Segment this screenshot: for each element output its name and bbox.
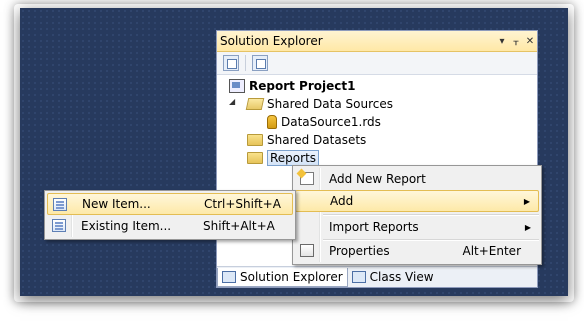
menu-item-label: Add New Report [329,172,426,186]
tree-item-label: Reports [267,150,320,166]
collapse-arrow-icon[interactable]: ◢ [229,97,235,106]
folder-icon [247,134,263,146]
panel-toolbar [217,52,537,75]
class-view-icon [351,271,366,283]
panel-bottom-tabs: Solution Explorer Class View [217,266,537,287]
menu-item-label: New Item... [82,197,151,211]
menu-item-import-reports[interactable]: Import Reports ▶ [295,216,539,238]
tree-item-label: Shared Datasets [267,133,367,147]
add-submenu: New Item... Ctrl+Shift+A Existing Item..… [44,190,296,240]
show-all-files-icon[interactable] [252,55,268,71]
panel-title: Solution Explorer [220,34,323,48]
menu-item-shortcut: Ctrl+Shift+A [204,197,281,211]
existing-item-icon [52,219,66,232]
properties-toolbar-icon[interactable] [223,55,239,71]
menu-item-new-item[interactable]: New Item... Ctrl+Shift+A [47,193,293,215]
solution-explorer-icon [222,270,236,283]
open-folder-icon [245,98,265,110]
submenu-arrow-icon: ▶ [523,196,530,206]
tree-item-label: Report Project1 [249,79,356,93]
tree-item-label: DataSource1.rds [281,115,381,129]
menu-item-label: Add [330,194,354,208]
menu-item-add[interactable]: Add ▶ [295,190,539,212]
dropdown-icon[interactable]: ▾ [495,36,509,47]
tab-class-view[interactable]: Class View [348,268,438,286]
folder-icon [247,152,263,164]
menu-item-add-new-report[interactable]: Add New Report [295,168,539,190]
pin-icon[interactable]: ᚁ [509,36,523,47]
properties-icon [300,244,314,257]
toolbar-divider [245,55,246,71]
menu-item-label: Properties [329,244,390,258]
add-report-icon [300,172,314,185]
menu-item-shortcut: Alt+Enter [462,244,521,258]
tree-item-shared-data-sources[interactable]: Shared Data Sources [245,95,393,113]
menu-item-shortcut: Shift+Alt+A [203,219,275,233]
context-menu: Add New Report Add ▶ Import Reports ▶ Pr… [292,165,542,265]
project-icon [229,79,245,93]
tree-item-project[interactable]: Report Project1 [229,77,355,95]
menu-item-label: Import Reports [329,220,419,234]
tab-label: Solution Explorer [240,269,343,284]
datasource-icon [267,115,277,129]
tab-label: Class View [369,270,434,284]
new-item-icon [53,198,67,211]
tab-solution-explorer[interactable]: Solution Explorer [217,267,348,287]
submenu-arrow-icon: ▶ [524,222,531,232]
panel-titlebar: Solution Explorer ▾ ᚁ ✕ [217,31,537,52]
tree-item-datasource[interactable]: DataSource1.rds [267,113,381,131]
tree-item-shared-datasets[interactable]: Shared Datasets [247,131,366,149]
tree-item-label: Shared Data Sources [267,97,393,111]
menu-item-existing-item[interactable]: Existing Item... Shift+Alt+A [47,215,293,237]
menu-item-properties[interactable]: Properties Alt+Enter [295,240,539,262]
menu-item-label: Existing Item... [81,219,172,233]
close-icon[interactable]: ✕ [523,36,537,47]
